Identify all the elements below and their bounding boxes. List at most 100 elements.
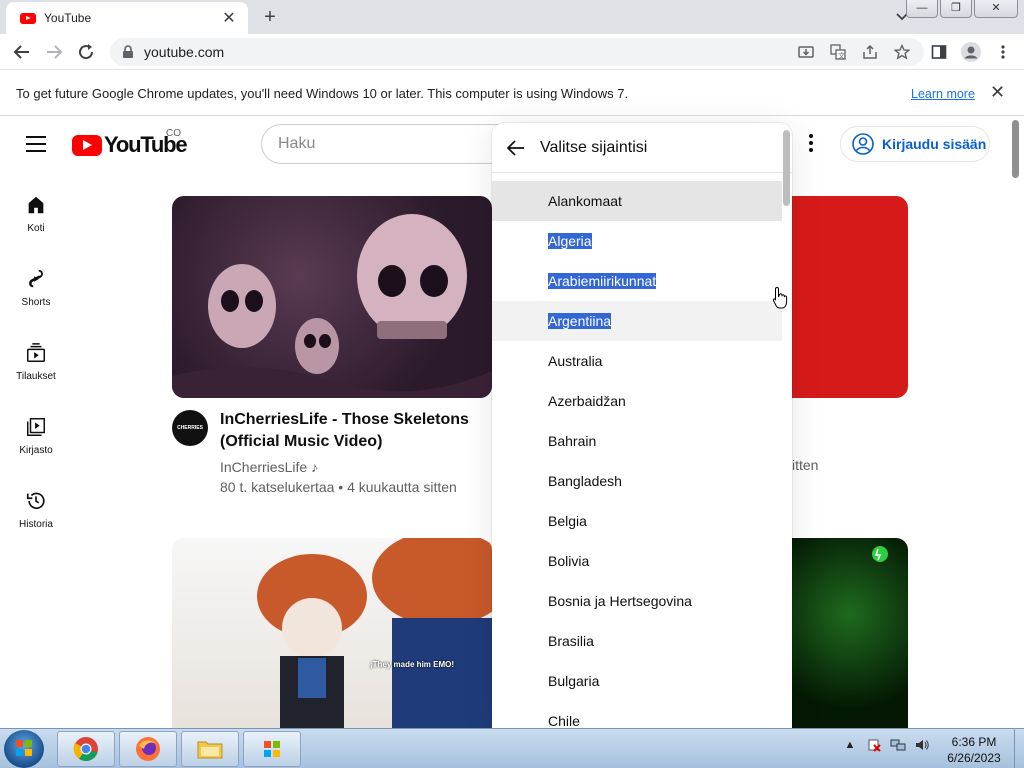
location-item[interactable]: Brasilia: [492, 621, 782, 661]
network-icon[interactable]: [890, 737, 906, 753]
back-button[interactable]: [6, 36, 38, 68]
tab-youtube[interactable]: YouTube ✕: [6, 2, 248, 34]
guide-item-label: Koti: [27, 223, 45, 234]
guide-item-label: Kirjasto: [19, 445, 53, 456]
library-icon: [27, 418, 45, 436]
tab-strip: YouTube ✕ + — ❐ ✕: [0, 0, 1024, 34]
side-panel-icon[interactable]: [925, 36, 953, 68]
location-item[interactable]: Algeria: [492, 221, 782, 261]
show-desktop-button[interactable]: [1014, 729, 1024, 768]
channel-avatar[interactable]: CHERRIES: [172, 410, 208, 446]
location-item[interactable]: Chile: [492, 701, 782, 728]
location-item[interactable]: Azerbaidžan: [492, 381, 782, 421]
restore-button[interactable]: ❐: [940, 0, 972, 18]
browser-toolbar: youtube.com 文: [0, 34, 1024, 70]
guide-item-label: Tilaukset: [16, 371, 56, 382]
video-channel-name[interactable]: InCherriesLife ♪: [220, 459, 318, 475]
home-icon: [28, 196, 44, 214]
svg-text:文: 文: [838, 51, 845, 60]
install-app-icon[interactable]: [796, 42, 816, 62]
hand-cursor-icon: [772, 286, 790, 315]
taskbar-explorer[interactable]: [181, 731, 239, 767]
location-item[interactable]: Bosnia ja Hertsegovina: [492, 581, 782, 621]
infobar-message: To get future Google Chrome updates, you…: [16, 86, 629, 101]
guide-item-library[interactable]: Kirjasto: [0, 416, 72, 480]
action-center-icon[interactable]: [866, 737, 882, 753]
volume-icon[interactable]: [914, 737, 930, 753]
chrome-menu-icon[interactable]: [989, 36, 1017, 68]
windows-logo-icon: [16, 740, 32, 756]
back-arrow-icon[interactable]: [506, 136, 530, 160]
folder-icon: [197, 741, 223, 759]
location-item[interactable]: Arabiemiirikunnat: [492, 261, 782, 301]
lock-icon[interactable]: [122, 45, 134, 59]
video-thumbnail-skeletons[interactable]: [172, 196, 492, 398]
youtube-logo[interactable]: YouTube CO: [72, 128, 188, 158]
guide-menu-icon[interactable]: [26, 136, 46, 152]
location-list: Alankomaat Algeria Arabiemiirikunnat Arg…: [492, 181, 782, 728]
guide-item-label: Shorts: [21, 297, 51, 308]
profile-avatar-icon[interactable]: [957, 36, 985, 68]
tab-close-icon[interactable]: ✕: [220, 8, 238, 28]
youtube-favicon-icon: [20, 12, 36, 24]
history-icon: [26, 492, 45, 509]
start-button[interactable]: [4, 730, 44, 768]
location-menu-title: Valitse sijaintisi: [540, 138, 648, 156]
location-item[interactable]: Bolivia: [492, 541, 782, 581]
infobar-close-icon[interactable]: ✕: [990, 82, 1005, 103]
channel-name-text: InCherriesLife: [220, 459, 308, 475]
new-tab-button[interactable]: +: [258, 5, 282, 29]
video-thumbnail-emo[interactable]: [172, 538, 492, 728]
guide-item-history[interactable]: Historia: [0, 490, 72, 554]
taskbar-clock[interactable]: 6:36 PM 6/26/2023: [944, 734, 1004, 766]
location-item[interactable]: Bulgaria: [492, 661, 782, 701]
guide-item-label: Historia: [19, 519, 53, 530]
forward-button[interactable]: [38, 36, 70, 68]
firefox-icon: [136, 737, 160, 761]
video-thumbnail-green[interactable]: [792, 538, 908, 728]
sign-in-button[interactable]: Kirjaudu sisään: [840, 126, 990, 162]
tray-expand-icon[interactable]: ▲: [842, 737, 858, 753]
location-menu: Valitse sijaintisi Alankomaat Algeria Ar…: [492, 123, 792, 728]
location-item[interactable]: Belgia: [492, 501, 782, 541]
subscriptions-icon: [27, 343, 45, 362]
url-text: youtube.com: [144, 44, 225, 60]
page-scrollbar[interactable]: [1012, 120, 1019, 178]
clock-date: 6/26/2023: [947, 751, 1001, 765]
minimize-button[interactable]: —: [906, 0, 938, 18]
guide-item-subscriptions[interactable]: Tilaukset: [0, 342, 72, 406]
location-item[interactable]: Australia: [492, 341, 782, 381]
video-meta: 80 t. katselukertaa • 4 kuukautta sitten: [220, 479, 457, 495]
youtube-play-icon: [72, 134, 102, 156]
location-item[interactable]: Alankomaat: [492, 181, 782, 221]
share-icon[interactable]: [860, 42, 880, 62]
music-note-icon: ♪: [311, 459, 319, 475]
location-item[interactable]: Bahrain: [492, 421, 782, 461]
reload-button[interactable]: [70, 36, 102, 68]
reload-icon: [79, 43, 94, 59]
video-thumbnail-red[interactable]: [792, 196, 908, 398]
system-tray: ▲: [842, 737, 930, 753]
translate-icon[interactable]: 文: [828, 42, 848, 62]
address-bar[interactable]: youtube.com 文: [110, 38, 924, 66]
location-item[interactable]: Bangladesh: [492, 461, 782, 501]
close-window-button[interactable]: ✕: [974, 0, 1018, 18]
guide-item-home[interactable]: Koti: [0, 194, 72, 258]
arrow-right-icon: [47, 44, 63, 59]
clock-time: 6:36 PM: [951, 735, 997, 749]
shorts-icon: [29, 269, 43, 288]
update-infobar: To get future Google Chrome updates, you…: [0, 70, 1024, 116]
windows-flag-icon: [264, 741, 280, 757]
learn-more-link[interactable]: Learn more: [911, 87, 975, 101]
tab-title: YouTube: [44, 11, 92, 25]
taskbar-chrome[interactable]: [57, 731, 115, 767]
search-input[interactable]: Haku: [261, 124, 501, 164]
video-title[interactable]: InCherriesLife - Those Skeletons (Offici…: [220, 409, 490, 453]
settings-kebab-icon[interactable]: [809, 134, 815, 154]
guide-item-shorts[interactable]: Shorts: [0, 268, 72, 332]
taskbar-firefox[interactable]: [119, 731, 177, 767]
bookmark-star-icon[interactable]: [892, 42, 912, 62]
location-item[interactable]: Argentiina: [492, 301, 782, 341]
location-menu-scrollbar[interactable]: [783, 130, 790, 206]
taskbar-media[interactable]: [243, 731, 301, 767]
